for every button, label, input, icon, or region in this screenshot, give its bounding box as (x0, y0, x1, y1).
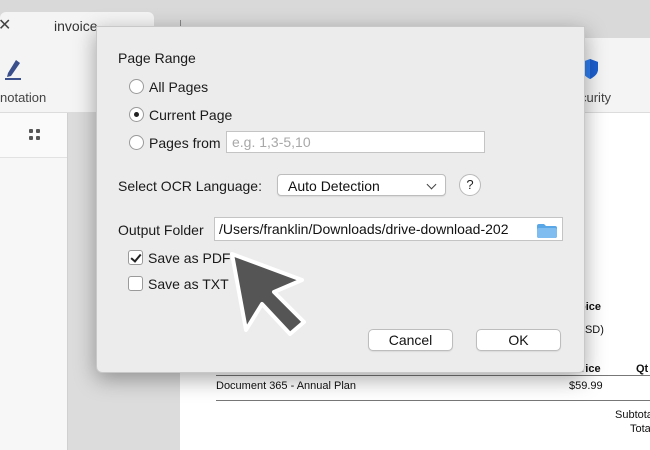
page-range-title: Page Range (118, 50, 196, 66)
security-tool[interactable]: curity (578, 38, 650, 112)
radio-label[interactable]: Pages from (149, 135, 221, 151)
annotation-tool[interactable]: notation (0, 38, 70, 112)
ocr-dialog: Page Range All Pages Current Page Pages … (96, 26, 585, 373)
pages-range-input[interactable] (226, 131, 485, 153)
output-folder-path: /Users/franklin/Downloads/drive-download… (219, 221, 509, 237)
checkbox[interactable] (128, 250, 143, 265)
total-label: Tota (630, 423, 650, 435)
annotation-label: notation (0, 90, 47, 105)
folder-icon[interactable] (537, 224, 557, 238)
checkbox-label[interactable]: Save as TXT (148, 276, 229, 292)
subtotal-label: Subtota (615, 409, 650, 421)
output-folder-field[interactable]: /Users/franklin/Downloads/drive-download… (214, 217, 563, 241)
mouse-pointer-icon (230, 252, 306, 336)
chevron-down-icon (426, 179, 437, 190)
checkbox-label[interactable]: Save as PDF (148, 250, 230, 266)
radio-button[interactable] (129, 107, 144, 122)
line-item-price: $59.99 (569, 380, 603, 392)
help-button[interactable]: ? (459, 174, 481, 196)
output-folder-label: Output Folder (118, 222, 204, 238)
close-icon[interactable]: ✕ (0, 15, 11, 35)
column-qty: Qt (636, 363, 649, 375)
radio-label[interactable]: Current Page (149, 107, 232, 123)
radio-button[interactable] (129, 135, 144, 150)
table-bottom-rule (216, 400, 650, 401)
radio-label[interactable]: All Pages (149, 79, 208, 95)
sidebar-header (0, 113, 67, 158)
line-item-description: Document 365 - Annual Plan (216, 380, 357, 392)
cancel-button[interactable]: Cancel (368, 329, 453, 351)
checkbox[interactable] (128, 276, 143, 291)
table-top-rule (216, 375, 650, 376)
ocr-language-label: Select OCR Language: (118, 178, 262, 194)
sidebar (0, 113, 68, 450)
tab-title: invoice (54, 18, 98, 34)
ocr-language-value: Auto Detection (288, 178, 380, 194)
radio-button[interactable] (129, 79, 144, 94)
grid-icon[interactable] (29, 129, 40, 140)
ocr-language-select[interactable]: Auto Detection (277, 174, 446, 196)
pen-icon (5, 60, 21, 80)
ok-button[interactable]: OK (476, 329, 561, 351)
